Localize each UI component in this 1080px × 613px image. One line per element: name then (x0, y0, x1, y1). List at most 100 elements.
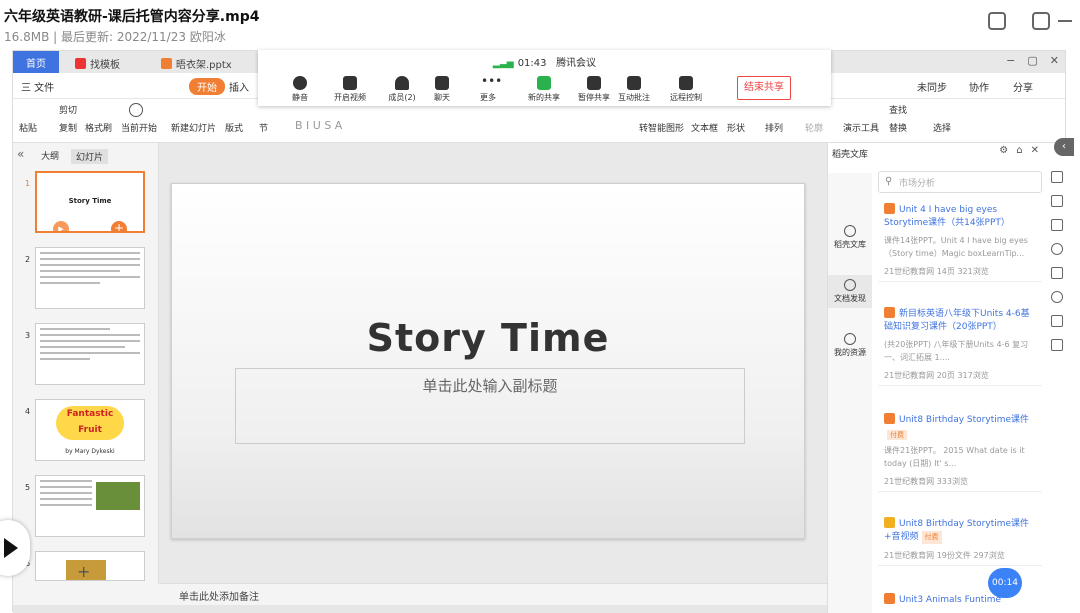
find-button[interactable]: 查找 (889, 103, 907, 116)
nav-docer-library[interactable]: 稻壳文库 (828, 225, 872, 250)
slide-thumb-1[interactable]: Story Time ▶ + (35, 171, 145, 233)
home-icon (844, 225, 856, 237)
camera-off-icon (343, 76, 357, 90)
add-slide-icon[interactable]: + (77, 562, 90, 581)
new-slide-button[interactable]: 新建幻灯片 (171, 121, 216, 134)
outline-button[interactable]: 轮廓 (805, 121, 823, 134)
meeting-time: 01:43 (517, 58, 547, 69)
slide-thumb-5[interactable] (35, 475, 145, 537)
slide-thumb-4[interactable]: Fantastic Fruit by Mary Dykeski (35, 399, 145, 461)
remote-control-button[interactable]: 远程控制 (666, 76, 706, 103)
cut-button[interactable]: 剪切 (59, 103, 77, 116)
paid-badge: 付费 (887, 430, 907, 440)
play-icon[interactable]: ▶ (53, 221, 69, 231)
download-icon[interactable] (1032, 12, 1050, 30)
side-collapse-icon[interactable]: ‹ (1054, 138, 1074, 156)
clip-icon[interactable] (1051, 267, 1063, 279)
magic-icon[interactable] (1051, 195, 1063, 207)
arrange-button[interactable]: 排列 (765, 121, 783, 134)
subtitle-placeholder[interactable]: 单击此处输入副标题 (235, 368, 745, 444)
file-header: 六年级英语教研-课后托管内容分享.mp4 16.8MB | 最后更新: 2022… (0, 0, 1080, 50)
more-icon: ••• (481, 74, 503, 88)
signal-icon: ▂▃▅ (492, 59, 514, 69)
close-icon[interactable]: ✕ (1031, 145, 1039, 156)
help-icon[interactable] (1051, 243, 1063, 255)
add-icon[interactable]: + (111, 221, 127, 231)
slide-number: 4 (25, 407, 31, 416)
location-icon[interactable] (1051, 291, 1063, 303)
nav-my-resources[interactable]: 我的资源 (828, 333, 872, 358)
tab-start[interactable]: 开始 (189, 78, 225, 95)
layout-button[interactable]: 版式 (225, 121, 243, 134)
resource-card[interactable]: 新目标英语八年级下Units 4-6基础知识复习课件（20张PPT） (共20张… (878, 303, 1042, 386)
resource-card[interactable]: Unit8 Birthday Storytime课件+音视频 付费 21世纪教育网… (878, 513, 1042, 566)
search-icon: ⚲ (885, 176, 893, 187)
tab-file[interactable]: 三 文件 (21, 79, 54, 94)
start-current-button[interactable]: 当前开始 (121, 121, 157, 134)
sync-status[interactable]: 未同步 (917, 79, 947, 94)
nav-doc-discover[interactable]: 文档发现 (828, 275, 872, 308)
tab-home[interactable]: 首页 (13, 51, 59, 73)
new-share-button[interactable]: 新的共享 (524, 76, 564, 103)
tab-outline[interactable]: 大纲 (41, 149, 59, 164)
filter-icon[interactable] (1051, 171, 1063, 183)
resource-card[interactable]: Unit8 Birthday Storytime课件 付费 课件21张PPT。 … (878, 409, 1042, 492)
slide-thumb-3[interactable] (35, 323, 145, 385)
tab-insert[interactable]: 插入 (229, 79, 249, 94)
format-painter-button[interactable]: 格式刷 (85, 121, 112, 134)
play-icon (129, 103, 143, 117)
minimize-button[interactable]: − (1006, 54, 1015, 67)
mute-button[interactable]: 静音 (280, 76, 320, 103)
window-controls: − ▢ ✕ (1006, 54, 1059, 67)
replace-button[interactable]: 替换 (889, 121, 907, 134)
slide-thumb-2[interactable] (35, 247, 145, 309)
search-input[interactable]: ⚲ 市场分析 (878, 171, 1042, 193)
pause-share-button[interactable]: 暂停共享 (574, 76, 614, 103)
font-style-group[interactable]: B I U S A (295, 119, 342, 132)
cube-icon[interactable] (1051, 339, 1063, 351)
slide-number: 5 (25, 483, 31, 492)
paid-badge: 付费 (921, 531, 942, 544)
shape-button[interactable]: 形状 (727, 121, 745, 134)
tab-slides[interactable]: 幻灯片 (71, 149, 109, 164)
ppt-icon (884, 593, 895, 604)
end-share-button[interactable]: 结束共享 (737, 76, 791, 100)
slide-title[interactable]: Story Time (172, 316, 804, 360)
video-button[interactable]: 开启视频 (330, 76, 370, 103)
screen-icon[interactable] (988, 12, 1006, 30)
tab-template[interactable]: 找模板 (67, 54, 128, 73)
share-button[interactable]: 分享 (1013, 79, 1033, 94)
library-nav: 稻壳文库 文档发现 我的资源 (828, 173, 872, 613)
time-badge: 00:14 (988, 568, 1022, 598)
share-screen-icon (537, 76, 551, 90)
section-button[interactable]: 节 (259, 121, 268, 134)
paste-button[interactable]: 粘贴 (19, 121, 37, 134)
more-button[interactable]: ••• 更多 (468, 74, 508, 103)
close-button[interactable]: ✕ (1050, 54, 1059, 67)
meeting-name: 腾讯会议 (556, 58, 597, 69)
copy-button[interactable]: 复制 (59, 121, 77, 134)
resource-card[interactable]: Unit 4 I have big eyes Storytime课件（共14张P… (878, 199, 1042, 282)
select-button[interactable]: 选择 (933, 121, 951, 134)
chat-button[interactable]: 聊天 (422, 76, 462, 103)
pin-icon[interactable]: ⌂ (1016, 145, 1022, 156)
annotate-button[interactable]: 互动批注 (614, 76, 654, 103)
ppt-icon (884, 307, 895, 318)
copy-icon[interactable] (1051, 219, 1063, 231)
presenter-tools-button[interactable]: 演示工具 (843, 121, 879, 134)
tab-pptx[interactable]: 晤衣架.pptx (153, 54, 240, 73)
textbox-button[interactable]: 文本框 (691, 121, 718, 134)
members-button[interactable]: 成员(2) (382, 76, 422, 103)
smart-shape-button[interactable]: 转智能图形 (639, 121, 684, 134)
folder-icon (884, 517, 895, 528)
maximize-button[interactable]: ▢ (1027, 54, 1037, 67)
collab-button[interactable]: 协作 (969, 79, 989, 94)
minimize-icon[interactable] (1058, 20, 1072, 22)
user-icon (395, 76, 409, 90)
slide-editor[interactable]: Story Time 单击此处输入副标题 (171, 183, 805, 539)
notes-area[interactable]: 单击此处添加备注 (159, 583, 827, 605)
library-title: 稻壳文库 (832, 150, 869, 160)
book-icon[interactable] (1051, 315, 1063, 327)
settings-icon[interactable]: ⚙ (999, 145, 1008, 156)
collapse-icon[interactable]: « (17, 147, 24, 161)
